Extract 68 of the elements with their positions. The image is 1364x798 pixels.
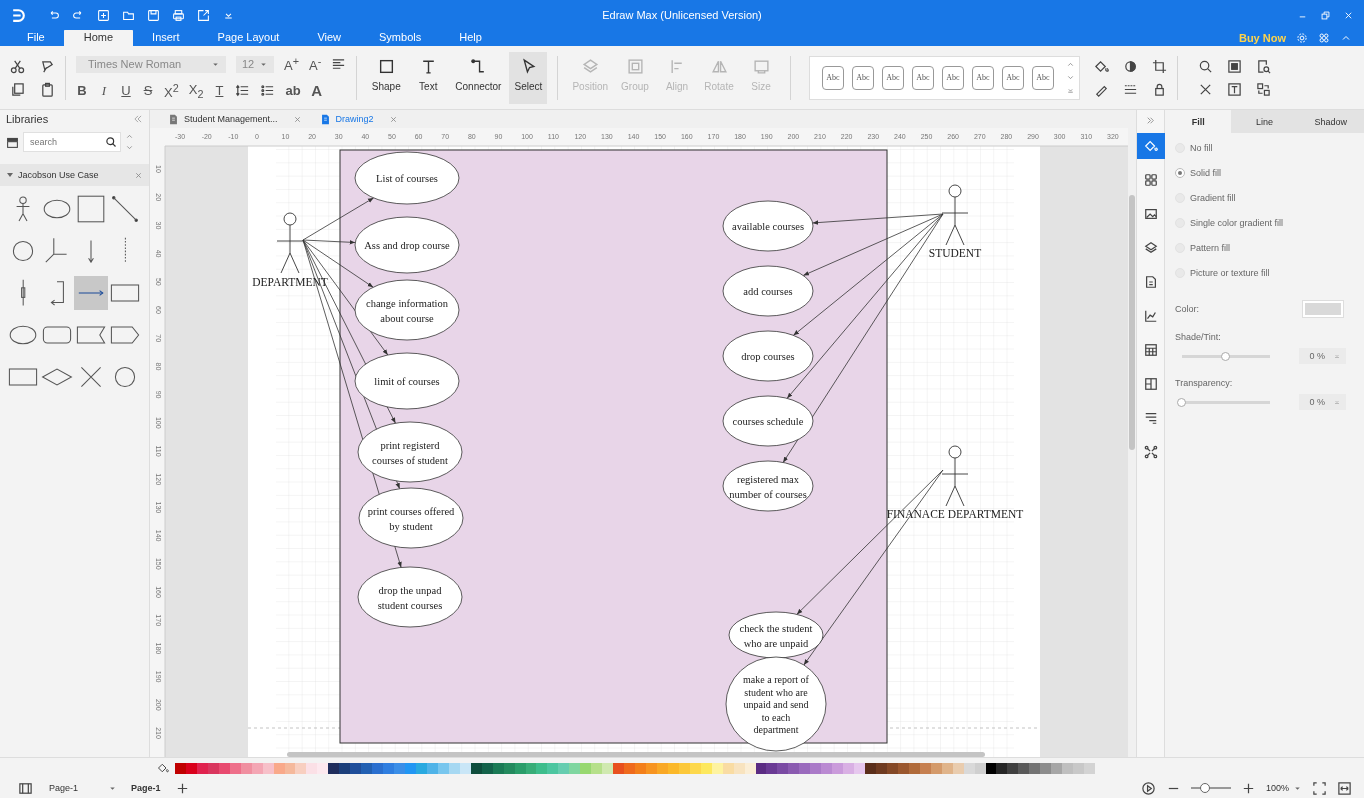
font-size-button[interactable]: A$^{-}$ [309,55,322,74]
slider-label: Shade/Tint: [1174,331,1222,342]
format-button[interactable]: X$^{2}$ [164,81,179,100]
ribbon-tool-button[interactable]: Text [409,51,448,104]
use-case-label: drop the unpad student courses [377,584,443,611]
format-button[interactable]: A [310,82,323,100]
use-case-label: change information about course [366,297,448,324]
use-case-label: Ass and drop course [364,240,450,251]
slider-label: Transparency: [1174,377,1234,388]
use-case-label: available courses [732,221,804,232]
library-category[interactable]: Jacobson Use Case [0,164,149,186]
color-label: Color: [1175,304,1199,314]
option-label: Gradient fill [1190,193,1236,203]
menu-tab[interactable]: View [298,29,361,46]
option-label: Pattern fill [1190,243,1231,253]
use-case-label: limit of courses [374,376,440,387]
document-tab[interactable]: Drawing2 [315,110,402,128]
use-case-label: courses schedule [732,416,804,427]
zoom-dropdown[interactable]: 100% [1265,783,1302,793]
document-tab[interactable]: Student Management... [164,110,306,128]
format-button[interactable]: S [142,83,154,99]
font-size-button[interactable]: A$^{+}$ [284,55,299,74]
format-button[interactable]: B [76,83,88,99]
style-swatch[interactable]: Abc [972,65,994,90]
option-label: Single color gradient fill [1190,218,1284,228]
actor-label: STUDENT [928,247,982,259]
format-button[interactable]: X$_{2}$ [188,81,204,100]
ribbon-tool-button[interactable]: Shape [367,51,406,104]
use-case-label: make a report of student who are unpaid and send to each department [743,674,809,735]
use-case-label: check the student who are unpaid [739,622,813,649]
format-button[interactable]: U [120,83,132,99]
actor-label: DEPARTMENT [252,276,328,288]
style-swatch[interactable]: Abc [882,65,904,90]
style-swatch[interactable]: Abc [822,65,844,90]
use-case-label: List of courses [376,173,438,184]
use-case-label: drop courses [741,351,795,362]
format-button[interactable]: ab [285,83,301,99]
percent-spinner[interactable]: 0 % [1299,348,1346,364]
use-case-label: print registerd courses of student [372,439,448,466]
style-swatch[interactable]: Abc [942,65,964,90]
style-swatch[interactable]: Abc [912,65,934,90]
option-label: Solid fill [1190,168,1221,178]
ribbon-tool-button[interactable]: Select [509,51,548,104]
style-swatch[interactable]: Abc [1002,65,1024,90]
percent-spinner[interactable]: 0 % [1299,394,1346,410]
libraries-title: Libraries [6,113,49,125]
page-dropdown[interactable]: Page-1 [49,783,118,793]
menu-tab[interactable]: Help [440,29,501,46]
format-button[interactable]: T [213,83,226,99]
panel-tab[interactable]: Line [1231,110,1298,133]
ribbon-tool-button[interactable]: Connector [451,51,506,104]
style-swatch[interactable]: Abc [1032,65,1054,90]
format-button[interactable]: I [98,82,110,99]
option-label: No fill [1190,143,1213,153]
page-tab[interactable]: Page-1 [127,783,165,793]
menu-tab[interactable]: Insert [133,29,199,46]
use-case-label: print courses offered by student [367,505,455,532]
style-swatch[interactable]: Abc [852,65,874,90]
actor-label: FINANACE DEPARTMENT [886,508,1024,520]
search-field[interactable]: search [23,132,121,152]
menu-tab[interactable]: Page Layout [198,29,299,46]
use-case-label: add courses [743,286,793,297]
use-case-label: registered max number of courses [729,473,807,500]
menu-tab[interactable]: Symbols [360,29,441,46]
menu-tab[interactable]: File [8,29,64,46]
window-title: Edraw Max (Unlicensed Version) [602,9,762,21]
option-label: Picture or texture fill [1190,268,1270,278]
panel-tab[interactable]: Shadow [1297,110,1364,133]
